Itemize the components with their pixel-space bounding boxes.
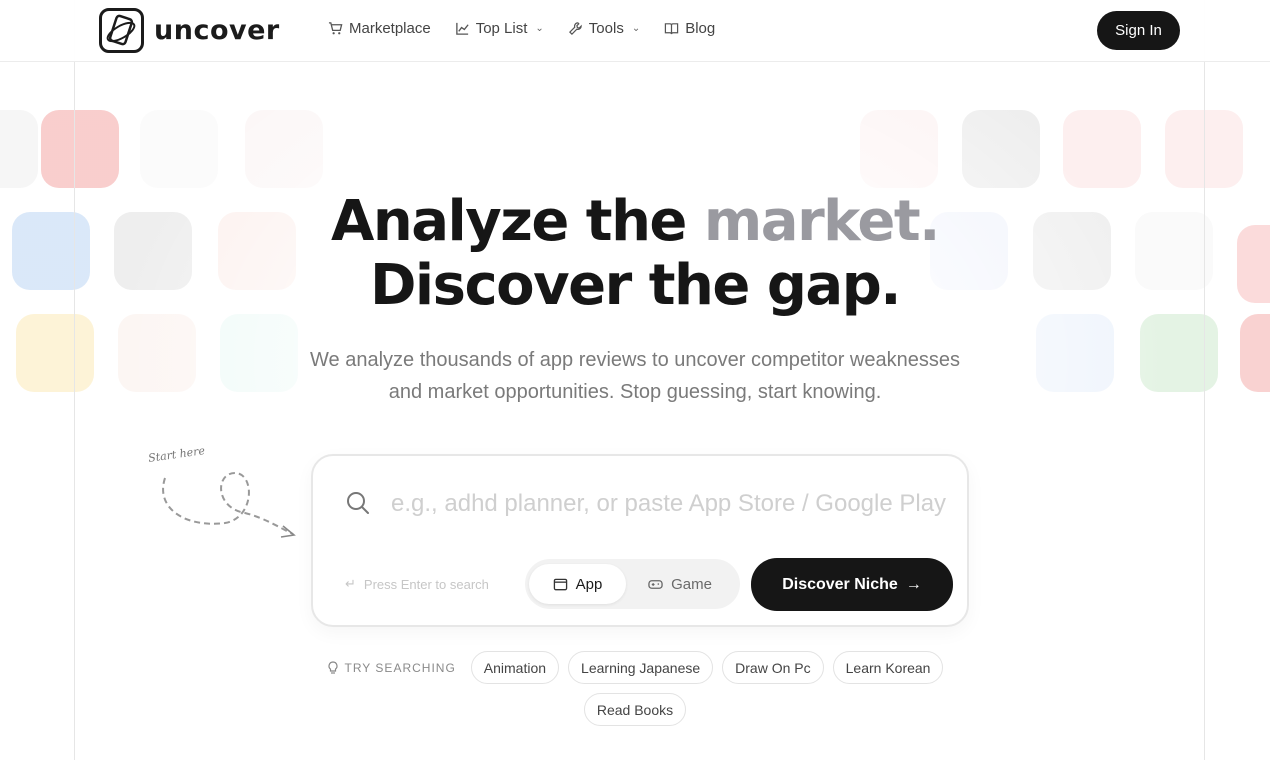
headline-line-2: Discover the gap. (369, 253, 902, 318)
try-label-text: TRY SEARCHING (344, 660, 456, 675)
headline-part-1: Analyze the (331, 189, 704, 254)
chart-line-icon (455, 22, 469, 35)
try-searching-label: TRY SEARCHING (327, 661, 456, 675)
nav-label: Tools (588, 20, 624, 37)
search-input[interactable] (391, 484, 951, 524)
subtitle-line-2: and market opportunities. Stop guessing,… (388, 381, 882, 403)
suggestion-chip[interactable]: Learning Japanese (568, 651, 714, 684)
toggle-game-label: Game (671, 575, 712, 593)
suggestion-chip[interactable]: Animation (470, 651, 560, 684)
nav-label: Blog (685, 20, 716, 37)
window-icon (553, 578, 567, 590)
chevron-down-icon: ⌄ (631, 23, 641, 34)
app-game-toggle: App Game (525, 559, 740, 609)
discover-niche-button[interactable]: Discover Niche → (751, 558, 953, 611)
toggle-app-label: App (575, 575, 603, 593)
logo-icon (99, 8, 144, 53)
brand-name: uncover (154, 15, 280, 46)
hero-section: Analyze the market. Discover the gap. We… (0, 190, 1270, 408)
nav-label: Marketplace (349, 20, 431, 37)
hero-subtitle: We analyze thousands of app reviews to u… (0, 344, 1270, 408)
nav-label: Top List (475, 20, 528, 37)
suggestion-chip[interactable]: Read Books (583, 693, 687, 726)
suggestion-chip[interactable]: Learn Korean (832, 651, 944, 684)
nav-top-list[interactable]: Top List ⌄ (455, 20, 544, 37)
try-row-2: Read Books (0, 693, 1270, 726)
discover-label: Discover Niche (782, 575, 898, 593)
wrench-icon (568, 22, 582, 35)
toggle-game[interactable]: Game (626, 564, 734, 604)
top-header: uncover Marketplace Top List ⌄ Tools ⌄ B… (0, 0, 1270, 62)
enter-hint-label: Press Enter to search (363, 576, 489, 592)
cart-icon (328, 22, 343, 35)
brand-logo[interactable]: uncover (99, 8, 280, 53)
doodle-arrow-icon (162, 471, 296, 538)
nav-marketplace[interactable]: Marketplace (328, 20, 431, 37)
chevron-down-icon: ⌄ (535, 23, 544, 34)
subtitle-line-1: We analyze thousands of app reviews to u… (310, 349, 960, 371)
enter-key-icon: ↵ (345, 576, 356, 591)
arrow-right-icon: → (905, 575, 922, 593)
enter-hint: ↵ Press Enter to search (345, 576, 489, 592)
suggestion-chip[interactable]: Draw On Pc (722, 651, 824, 684)
lightbulb-icon (327, 660, 338, 674)
main-nav: Marketplace Top List ⌄ Tools ⌄ Blog (328, 20, 715, 37)
sign-in-button[interactable]: Sign In (1097, 11, 1180, 50)
try-row-1: TRY SEARCHING Animation Learning Japanes… (0, 651, 1270, 684)
book-icon (665, 23, 679, 35)
try-searching: TRY SEARCHING Animation Learning Japanes… (0, 651, 1270, 726)
search-card: ↵ Press Enter to search App Game Discove… (311, 454, 969, 627)
search-icon (347, 492, 369, 514)
gamepad-icon (648, 579, 663, 589)
start-here-doodle: Start here (145, 444, 305, 548)
hero-headline: Analyze the market. Discover the gap. (0, 190, 1270, 318)
nav-tools[interactable]: Tools ⌄ (568, 20, 640, 37)
toggle-app[interactable]: App (529, 564, 626, 604)
headline-highlight: market. (703, 189, 941, 254)
nav-blog[interactable]: Blog (664, 20, 715, 37)
